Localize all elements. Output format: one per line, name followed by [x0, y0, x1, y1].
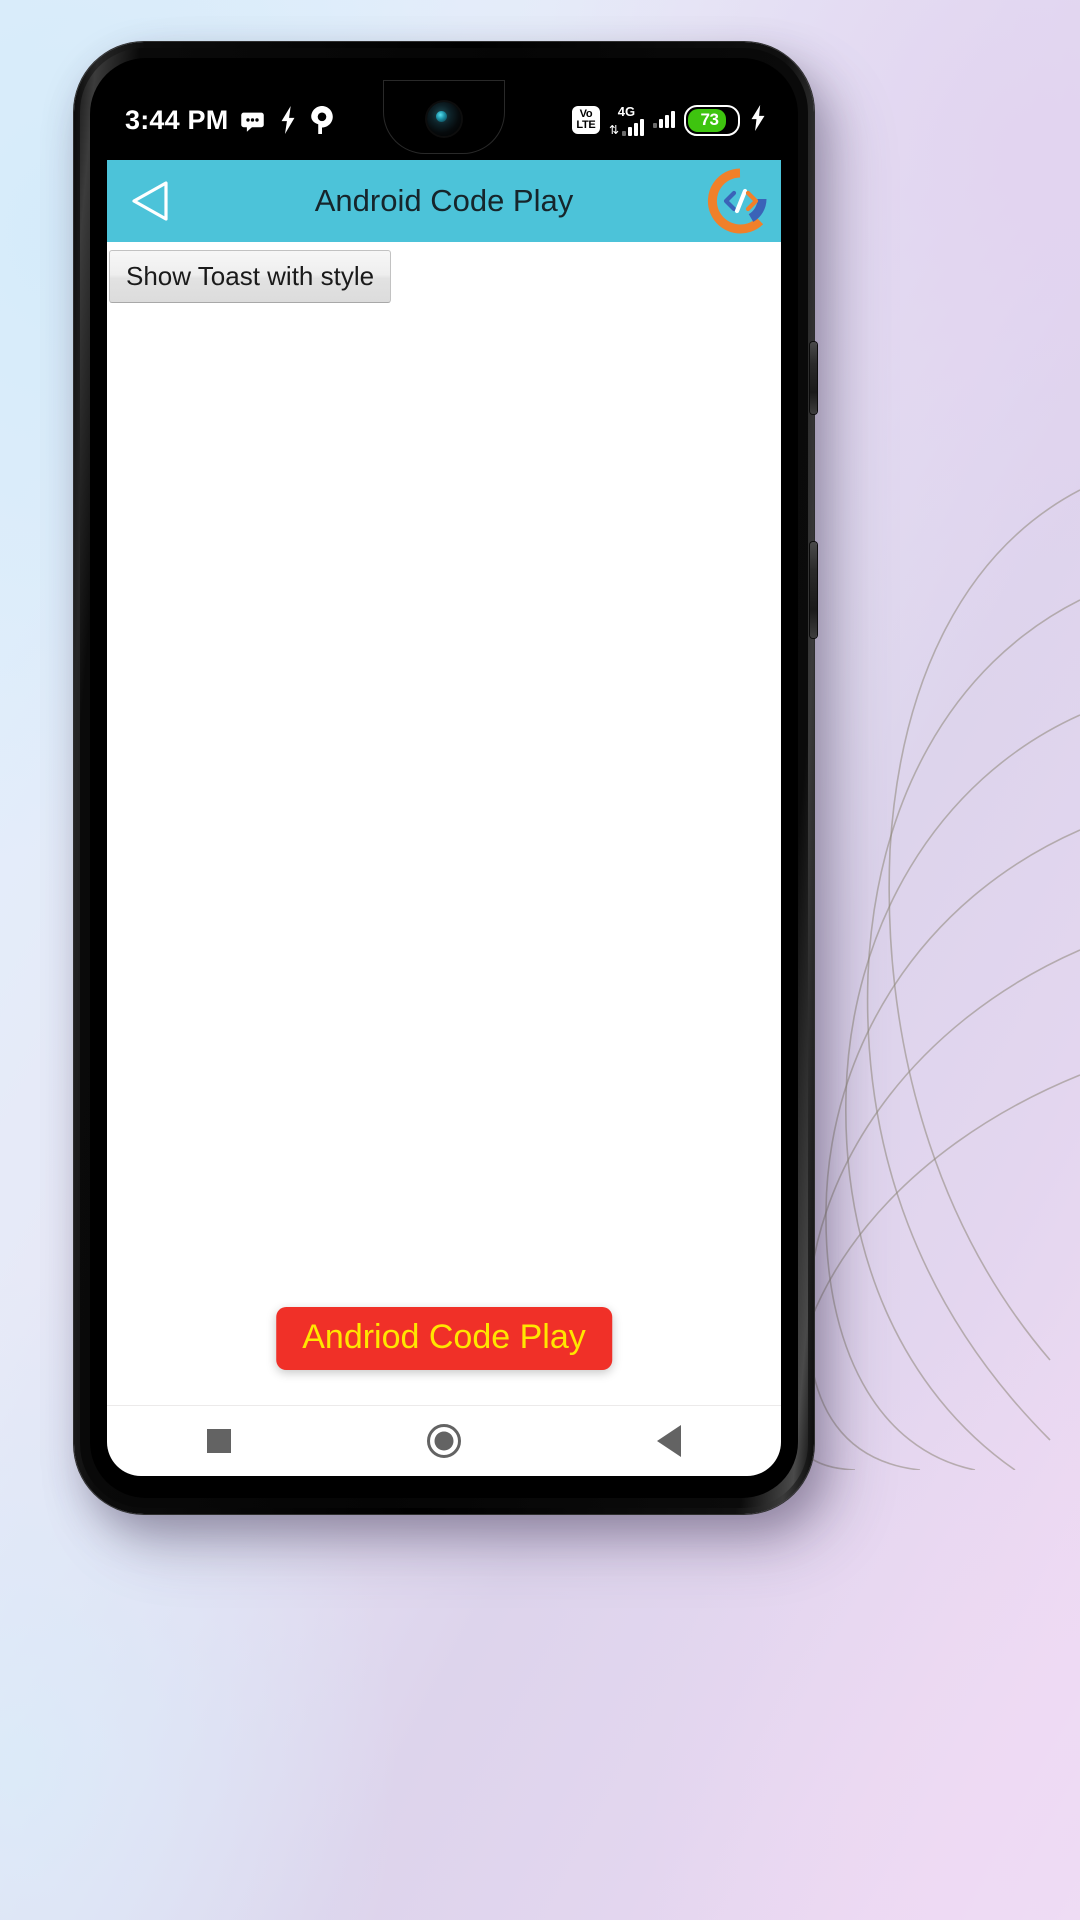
status-bar-right-group: Vo LTE 4G ⇅ 73 — [571, 104, 767, 136]
status-clock: 3:44 PM — [125, 104, 229, 135]
page-title: Android Code Play — [314, 183, 574, 218]
messages-icon — [241, 112, 265, 132]
battery-indicator: 73 — [684, 104, 740, 136]
flash-icon — [281, 106, 295, 134]
volte-line-2: LTE — [576, 119, 596, 131]
sim2-signal-bars-icon — [653, 110, 675, 128]
charging-bolt-icon — [749, 104, 767, 136]
volume-rocker-button[interactable] — [810, 342, 817, 414]
app-content-area: Show Toast with style Andriod Code Play — [107, 242, 781, 1406]
toast-notification: Andriod Code Play — [276, 1307, 612, 1370]
phone-screen: 3:44 PM Vo LTE 4G ⇅ 73 Android Code Play… — [107, 80, 781, 1476]
back-triangle-icon — [656, 1425, 681, 1457]
app-bar: Android Code Play — [107, 160, 781, 242]
back-button[interactable] — [123, 174, 177, 228]
sim1-signal-row: ⇅ — [608, 118, 644, 137]
data-transfer-arrows-icon: ⇅ — [608, 122, 619, 137]
nav-home-button[interactable] — [399, 1411, 489, 1471]
circle-icon — [426, 1424, 461, 1458]
power-button[interactable] — [810, 542, 817, 638]
square-icon — [207, 1429, 232, 1453]
waterdrop-notch — [383, 80, 505, 154]
sim1-signal-group: 4G ⇅ — [609, 105, 644, 136]
battery-percent-label: 73 — [700, 110, 719, 129]
back-triangle-icon — [132, 181, 168, 221]
android-navigation-bar — [107, 1405, 781, 1476]
show-toast-button[interactable]: Show Toast with style — [109, 250, 392, 303]
pocket-icon — [311, 106, 334, 134]
phone-device: 3:44 PM Vo LTE 4G ⇅ 73 Android Code Play… — [74, 42, 817, 1514]
front-camera-icon — [427, 102, 461, 136]
android-code-play-logo[interactable] — [707, 168, 773, 234]
nav-back-button[interactable] — [624, 1411, 714, 1471]
volte-icon: Vo LTE — [571, 106, 600, 134]
toast-message: Andriod Code Play — [302, 1318, 586, 1356]
network-type-label: 4G — [617, 103, 636, 119]
status-bar-left-group: 3:44 PM — [125, 106, 334, 134]
nav-recents-button[interactable] — [174, 1411, 264, 1471]
sim1-signal-bars-icon — [622, 118, 644, 136]
